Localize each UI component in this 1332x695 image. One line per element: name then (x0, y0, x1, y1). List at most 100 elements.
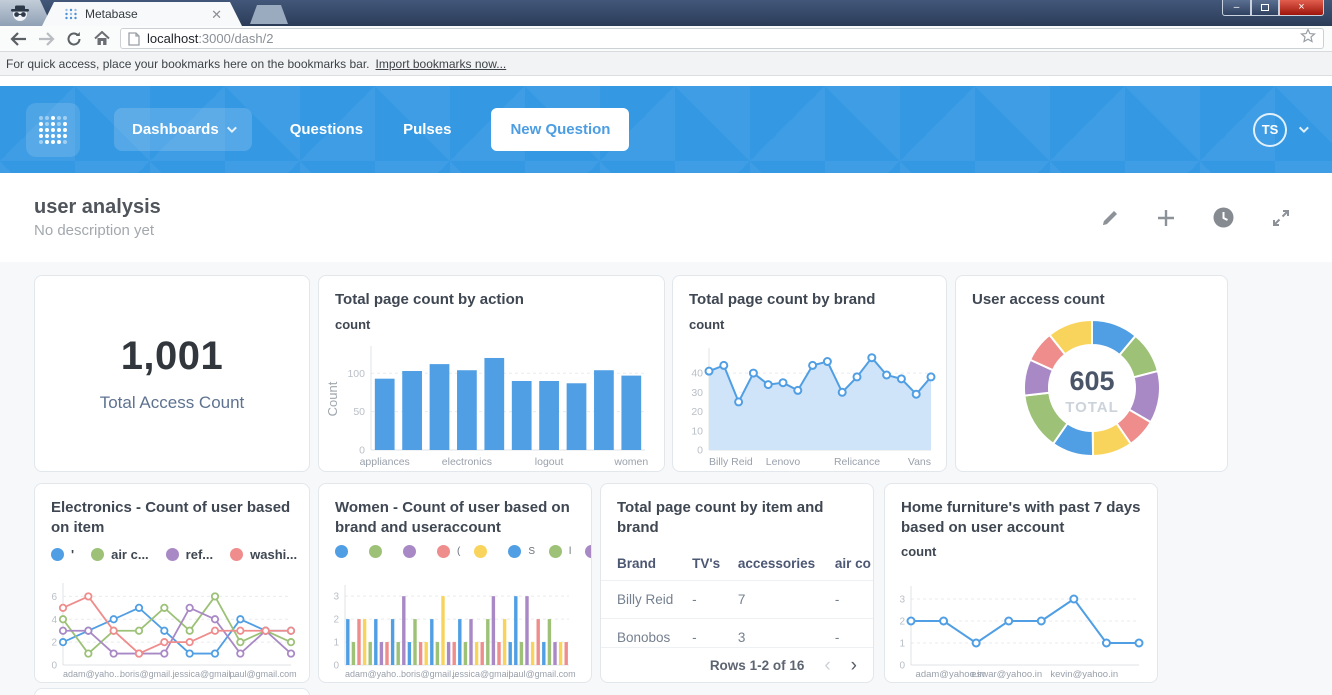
reload-icon[interactable] (64, 29, 84, 49)
scalar-label[interactable]: Total Access Count (100, 393, 245, 413)
legend-item[interactable]: washi... (230, 547, 297, 562)
svg-text:100: 100 (347, 368, 365, 380)
legend-dot (51, 548, 64, 561)
svg-text:0: 0 (697, 445, 703, 457)
card-title[interactable]: Women - Count of user based on brand and… (335, 498, 575, 537)
legend-item[interactable]: ref... (165, 547, 213, 562)
svg-text:2: 2 (333, 615, 339, 626)
legend-item[interactable]: air c... (91, 547, 149, 562)
metabase-logo[interactable] (26, 102, 80, 157)
bookmark-star-icon[interactable] (1300, 28, 1316, 49)
legend-label: air c... (111, 547, 149, 562)
svg-text:Vans: Vans (908, 456, 931, 468)
legend-item[interactable]: ( (437, 545, 460, 558)
nav-dashboards[interactable]: Dashboards (114, 108, 252, 151)
minimize-button[interactable]: – (1222, 0, 1251, 16)
table-row[interactable]: Billy Reid -7- (601, 580, 873, 619)
svg-text:0: 0 (51, 661, 57, 672)
home-icon[interactable] (92, 29, 112, 49)
svg-text:boris@gmail...: boris@gmail... (401, 669, 459, 679)
card-partial-bottom (34, 688, 310, 695)
svg-text:TOTAL: TOTAL (1065, 399, 1119, 416)
nav-questions[interactable]: Questions (290, 121, 363, 138)
next-page-icon[interactable]: › (851, 656, 857, 675)
svg-text:eswar@yahoo.in: eswar@yahoo.in (971, 669, 1042, 680)
add-card-icon[interactable] (1157, 209, 1175, 227)
bar-chart-action: 0 50 100 Count appliances electronics logout wo… (325, 342, 655, 468)
nav-pulses[interactable]: Pulses (403, 121, 451, 138)
table-column-header[interactable]: Brand (601, 547, 676, 581)
table-column-header[interactable]: air co (819, 547, 873, 581)
svg-text:Lenovo: Lenovo (766, 456, 801, 468)
card-title[interactable]: Total page count by action (335, 290, 648, 310)
import-bookmarks-link[interactable]: Import bookmarks now... (376, 57, 507, 71)
legend-item[interactable] (335, 545, 355, 558)
legend-dot (549, 545, 563, 558)
table-pagination: Rows 1-2 of 16 ‹ › (601, 647, 873, 682)
prev-page-icon[interactable]: ‹ (824, 656, 830, 675)
screen: Metabase ✕ – × localhost:3000/dash/2 For… (0, 0, 1332, 695)
back-icon[interactable] (8, 29, 28, 49)
legend-dot (369, 545, 382, 558)
card-page-count-by-action: Total page count by action count 0 50 100 C… (318, 275, 665, 472)
svg-text:boris@gmail...: boris@gmail... (120, 669, 178, 679)
scalar-value: 1,001 (120, 334, 224, 378)
user-avatar[interactable]: TS (1253, 112, 1287, 147)
tab-close-icon[interactable]: ✕ (211, 8, 222, 21)
edit-pencil-icon[interactable] (1101, 209, 1119, 227)
table-column-header[interactable]: TV's (676, 547, 722, 581)
browser-titlebar: Metabase ✕ – × (0, 0, 1332, 26)
legend-item[interactable]: S (508, 545, 535, 558)
table-column-header[interactable]: accessories (722, 547, 819, 581)
new-question-button[interactable]: New Question (491, 108, 630, 151)
forward-icon[interactable] (36, 29, 56, 49)
svg-text:0: 0 (359, 445, 365, 457)
svg-text:30: 30 (691, 387, 703, 399)
maximize-button[interactable] (1251, 0, 1279, 16)
legend-item[interactable] (585, 545, 591, 558)
svg-text:2: 2 (51, 638, 57, 649)
card-electronics-count: Electronics - Count of user based on ite… (34, 483, 310, 683)
legend-dot (91, 548, 105, 561)
legend-item[interactable] (474, 545, 494, 558)
new-tab-button[interactable] (250, 5, 288, 24)
svg-text:electronics: electronics (442, 456, 492, 468)
card-title[interactable]: Total page count by item and brand (617, 498, 857, 537)
dashboard-header: user analysis No description yet (0, 173, 1332, 262)
card-title[interactable]: Total page count by brand (689, 290, 930, 310)
legend-item[interactable]: l (549, 545, 571, 558)
metabase-favicon (65, 8, 77, 20)
svg-text:logout: logout (535, 456, 564, 468)
legend-item[interactable]: ' (51, 547, 74, 562)
svg-text:3: 3 (333, 592, 339, 603)
card-title[interactable]: User access count (972, 290, 1211, 310)
svg-text:women: women (613, 456, 648, 468)
svg-text:adam@yaho...: adam@yaho... (345, 669, 404, 679)
legend-dot (335, 545, 348, 558)
avatar-chevron-icon[interactable] (1298, 123, 1309, 134)
window-controls: – × (1222, 0, 1324, 16)
page-top-gap (0, 76, 1332, 86)
chevron-down-icon (226, 123, 237, 134)
fullscreen-icon[interactable] (1272, 209, 1290, 227)
metabase-logo-dots (39, 115, 67, 144)
close-button[interactable]: × (1279, 0, 1324, 16)
browser-toolbar: localhost:3000/dash/2 (0, 26, 1332, 52)
svg-text:paul@gmail.com: paul@gmail.com (229, 669, 296, 679)
legend-item[interactable] (369, 545, 389, 558)
card-item-brand-table: Total page count by item and brand Brand… (600, 483, 874, 683)
legend-item[interactable] (403, 545, 423, 558)
url-text[interactable]: localhost:3000/dash/2 (147, 31, 274, 46)
legend-women: ( Sl (335, 545, 591, 558)
dashboard-grid: 1,001 Total Access Count Total page coun… (0, 262, 1332, 695)
svg-text:Count: Count (325, 381, 340, 416)
tab-title: Metabase (85, 7, 138, 21)
history-clock-icon[interactable] (1213, 207, 1234, 228)
card-title[interactable]: Electronics - Count of user based on ite… (51, 498, 293, 537)
address-bar[interactable]: localhost:3000/dash/2 (120, 28, 1324, 49)
card-home-furniture: Home furniture's with past 7 days based … (884, 483, 1158, 683)
svg-text:605: 605 (1069, 366, 1114, 396)
table-cell: - (676, 580, 722, 619)
browser-tab[interactable]: Metabase ✕ (42, 2, 242, 26)
card-title[interactable]: Home furniture's with past 7 days based … (901, 498, 1141, 537)
